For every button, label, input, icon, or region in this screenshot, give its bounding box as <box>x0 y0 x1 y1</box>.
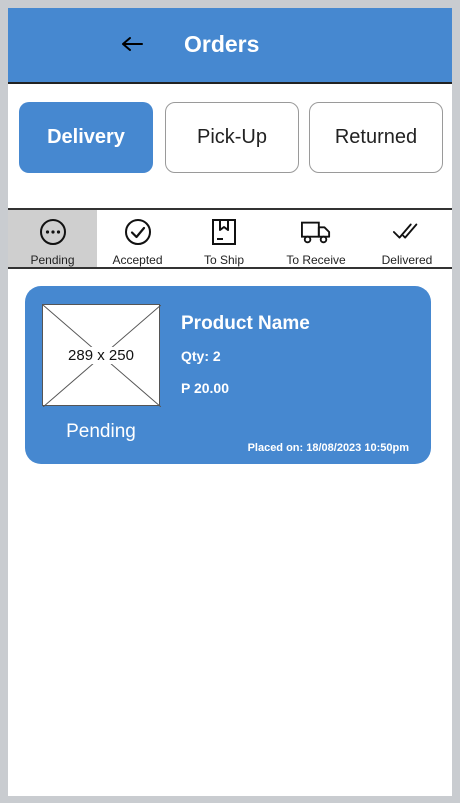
order-status-label: Pending <box>66 421 136 442</box>
tab-delivered[interactable]: Delivered <box>362 210 452 267</box>
tab-label: To Ship <box>203 253 245 267</box>
segment-delivery[interactable]: Delivery <box>19 102 153 173</box>
tab-accepted[interactable]: Accepted <box>97 210 178 267</box>
tab-to-receive[interactable]: To Receive <box>270 210 362 267</box>
product-image-placeholder: 289 x 250 <box>42 304 161 407</box>
arrow-left-icon <box>122 37 143 51</box>
header-bar: Orders <box>8 8 452 84</box>
tab-label: Pending <box>30 253 75 267</box>
ellipsis-circle-icon <box>38 217 68 247</box>
back-button[interactable] <box>116 28 148 60</box>
product-qty: Qty: 2 <box>181 348 221 364</box>
package-icon <box>209 217 239 247</box>
tab-pending[interactable]: Pending <box>8 210 97 267</box>
tab-to-ship[interactable]: To Ship <box>178 210 270 267</box>
tab-label: To Receive <box>286 253 346 267</box>
image-size-label: 289 x 250 <box>66 346 136 364</box>
status-tab-bar: Pending Accepted To Ship To Receive Deli… <box>8 208 452 269</box>
page-title: Orders <box>184 31 260 57</box>
tab-label: Delivered <box>381 253 433 267</box>
app-frame: Orders Delivery Pick-Up Returned Pending <box>8 8 452 796</box>
tab-label: Accepted <box>112 253 163 267</box>
double-check-icon <box>392 217 422 247</box>
product-name: Product Name <box>181 313 310 334</box>
segment-returned[interactable]: Returned <box>309 102 443 173</box>
check-circle-icon <box>123 217 153 247</box>
order-card[interactable]: 289 x 250 Pending Product Name Qty: 2 P … <box>25 286 431 464</box>
product-price: P 20.00 <box>181 380 230 396</box>
truck-icon <box>301 217 331 247</box>
segment-pick-up[interactable]: Pick-Up <box>165 102 299 173</box>
placed-on-date: Placed on: 18/08/2023 10:50pm <box>247 442 409 454</box>
